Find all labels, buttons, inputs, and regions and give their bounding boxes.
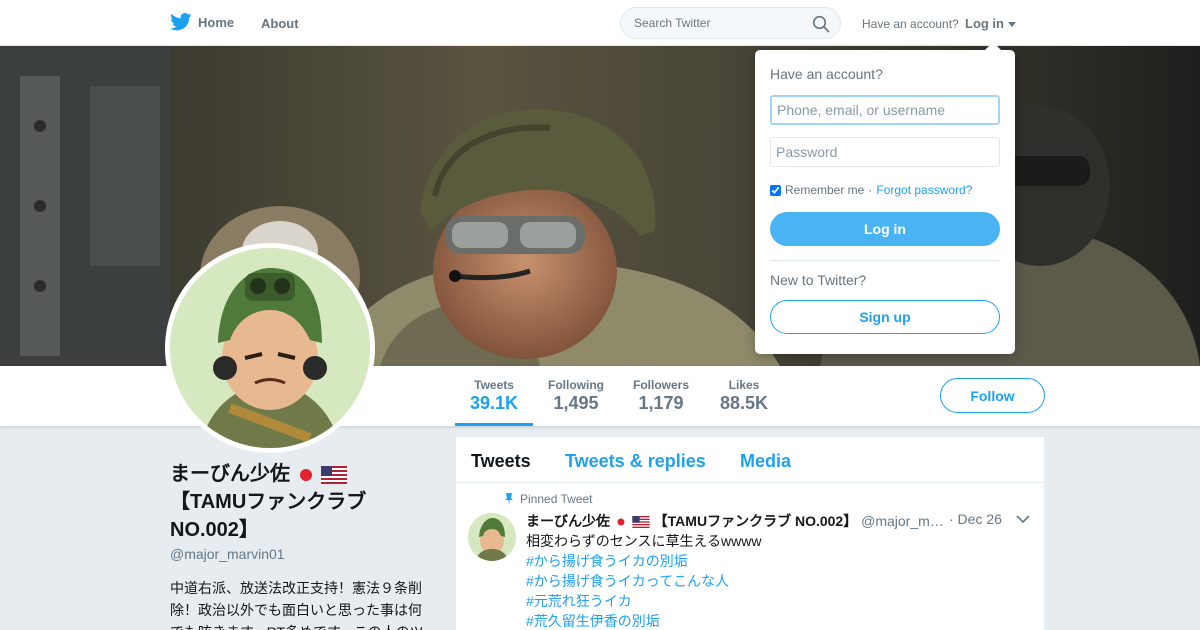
tweet-header: まーびん少佐 【TAMUファンクラブ NO.002】 @major_m… [526,511,1006,531]
tweet-hashtag[interactable]: #荒久留生伊香の別垢 [526,611,761,630]
tab-tweets[interactable]: Tweets [471,451,531,472]
tweet-hashtag[interactable]: #から揚げ食うイカの別垢 [526,551,761,571]
follow-button[interactable]: Follow [940,378,1045,413]
signup-button[interactable]: Sign up [770,300,1000,334]
have-account-text: Have an account? [862,17,959,31]
profile-name[interactable]: まーびん少佐 【TAMUファンクラブ NO.002】 [170,460,420,544]
tweet-text: 相変わらずのセンスに草生えるwwww [526,533,762,549]
nav-home-link[interactable]: Home [170,13,234,31]
tweet-date[interactable]: · Dec 26 [949,511,1002,527]
stat-following[interactable]: Following 1,495 [548,378,604,414]
pin-icon [505,493,513,505]
stat-tweets-value: 39.1K [470,393,519,413]
forgot-password-link[interactable]: Forgot password? [876,183,972,197]
remember-me-label: Remember me [785,183,865,197]
profile-name-text: まーびん少佐 [170,463,290,485]
us-flag-icon [632,516,650,529]
top-navigation: Home About Have an account? Log in [0,0,1200,46]
remember-me-checkbox[interactable] [770,184,781,196]
profile-handle[interactable]: @major_marvin01 [170,546,285,562]
stat-tweets-label: Tweets [474,378,514,392]
stat-likes-label: Likes [728,378,760,392]
stat-likes[interactable]: Likes 88.5K [720,378,768,414]
dropdown-caret [985,42,1001,50]
stat-followers-label: Followers [633,378,690,392]
pinned-label-text: Pinned Tweet [520,492,593,506]
tweet-author-suffix[interactable]: 【TAMUファンクラブ NO.002】 [654,513,858,529]
tab-media[interactable]: Media [740,451,791,472]
tweet-hashtag[interactable]: #から揚げ食うイカってこんな人 [526,571,761,591]
stat-followers[interactable]: Followers 1,179 [633,378,689,414]
tweet-body: 相変わらずのセンスに草生えるwwww #から揚げ食うイカの別垢 #から揚げ食うイ… [526,531,761,630]
login-dropdown-toggle[interactable]: Log in [965,16,1016,31]
timeline-tabs: Tweets Tweets & replies Media [456,437,1044,483]
japan-flag-icon [299,468,312,481]
timeline: Tweets Tweets & replies Media Pinned Twe… [456,437,1044,630]
japan-flag-icon [617,518,625,526]
nav-home-label: Home [198,14,235,30]
dropdown-divider [770,260,1000,261]
profile-bio: 中道右派、放送法改正支持！憲法９条削除！政治以外でも面白いと思った事は何でも呟き… [170,580,424,630]
stat-followers-value: 1,179 [638,393,684,413]
search-input[interactable] [634,16,804,30]
login-toggle-label: Log in [965,16,1004,31]
password-input[interactable] [770,137,1000,167]
caret-down-icon [1007,21,1016,27]
nav-about-link[interactable]: About [261,16,299,31]
avatar-image [170,248,370,448]
stat-following-label: Following [548,378,604,392]
profile-name-suffix: 【TAMUファンクラブ NO.002】 [170,491,367,541]
twitter-bird-icon [170,13,192,31]
tweet-hashtag[interactable]: #元荒れ狂うイカ [526,591,761,611]
active-stat-underline [455,423,533,426]
stat-tweets[interactable]: Tweets 39.1K [470,378,518,414]
stat-following-value: 1,495 [553,393,599,413]
tweet-author-name[interactable]: まーびん少佐 [526,513,610,529]
remember-separator: · [868,183,873,197]
login-dropdown: Have an account? Remember me · Forgot pa… [755,42,1015,354]
chevron-down-icon[interactable] [1016,514,1030,524]
pinned-tweet-label: Pinned Tweet [504,492,593,506]
search-box [620,7,841,39]
login-button[interactable]: Log in [770,212,1000,246]
tab-tweets-replies[interactable]: Tweets & replies [565,451,706,472]
us-flag-icon [321,465,348,484]
remember-me-row: Remember me · Forgot password? [770,183,972,197]
tweet-avatar[interactable] [468,513,516,561]
username-input[interactable] [770,95,1000,125]
stat-likes-value: 88.5K [720,393,769,413]
login-dropdown-title: Have an account? [770,66,883,82]
new-to-twitter-text: New to Twitter? [770,272,867,288]
search-icon[interactable] [812,15,830,33]
tweet-author-handle[interactable]: @major_m… [861,513,944,529]
profile-avatar[interactable] [165,243,375,453]
